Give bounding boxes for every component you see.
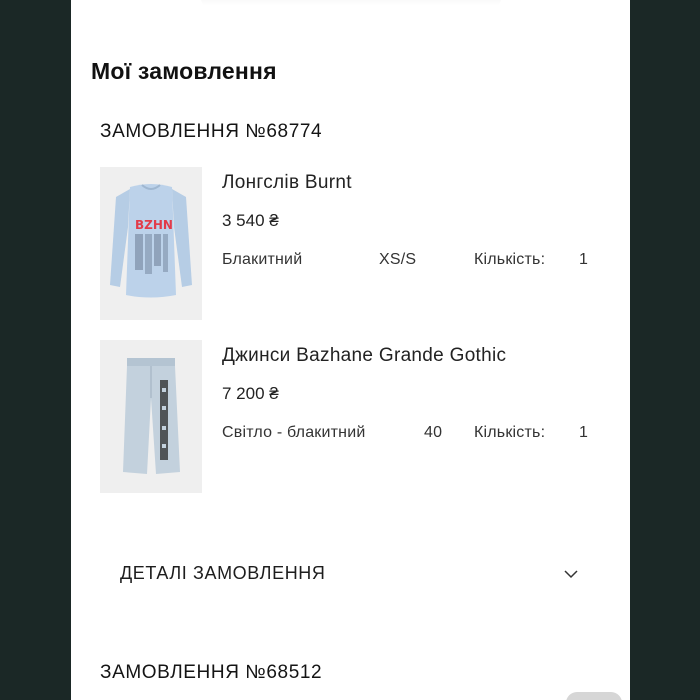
svg-text:BZHN: BZHN	[135, 218, 173, 232]
order-details-toggle[interactable]: ДЕТАЛІ ЗАМОВЛЕННЯ	[120, 555, 580, 595]
orders-panel: Мої замовлення ЗАМОВЛЕННЯ №68774 BZHN Ло…	[71, 0, 630, 700]
item-name[interactable]: Лонгслів Burnt	[222, 172, 352, 194]
order-item[interactable]: BZHN Лонгслів Burnt 3 540 ₴ Блакитний XS…	[100, 167, 600, 322]
order-item[interactable]: Джинси Bazhane Grande Gothic 7 200 ₴ Сві…	[100, 340, 600, 495]
order-number: ЗАМОВЛЕННЯ №68774	[100, 121, 323, 142]
item-quantity: 1	[579, 251, 589, 268]
item-price: 7 200 ₴	[222, 384, 279, 403]
item-quantity-label: Кількість:	[474, 424, 546, 441]
page-title: Мої замовлення	[91, 58, 277, 84]
top-scroll-edge	[201, 0, 501, 6]
order-details-label: ДЕТАЛІ ЗАМОВЛЕННЯ	[120, 563, 326, 583]
item-color: Світло - блакитний	[222, 424, 366, 441]
item-quantity: 1	[579, 424, 589, 441]
order-number: ЗАМОВЛЕННЯ №68512	[100, 662, 323, 683]
longsleeve-image[interactable]: BZHN	[100, 167, 202, 320]
item-size: XS/S	[379, 251, 417, 268]
item-size: 40	[424, 424, 443, 441]
item-color: Блакитний	[222, 251, 303, 268]
jeans-image[interactable]	[100, 340, 202, 493]
item-price: 3 540 ₴	[222, 211, 279, 230]
scroll-handle[interactable]	[566, 692, 622, 700]
chevron-down-icon[interactable]	[562, 565, 580, 583]
item-name[interactable]: Джинси Bazhane Grande Gothic	[222, 345, 506, 367]
item-quantity-label: Кількість:	[474, 251, 546, 268]
